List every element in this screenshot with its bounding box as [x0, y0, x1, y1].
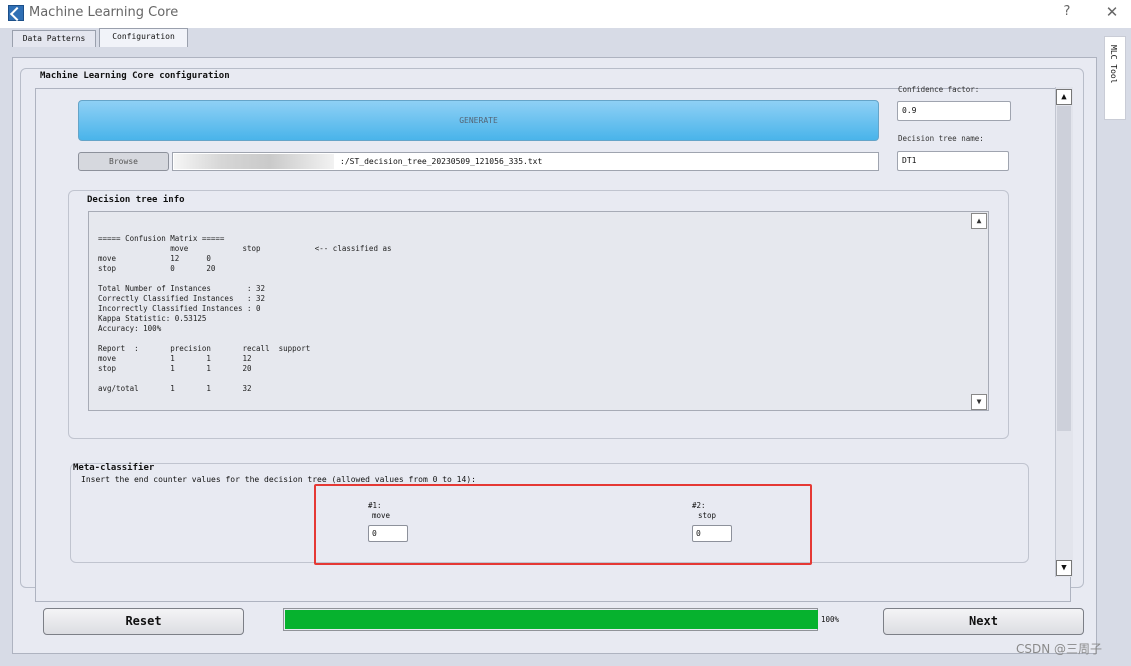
decision-tree-info-title: Decision tree info	[87, 195, 185, 205]
scroll-up-arrow-icon[interactable]: ▲	[1056, 89, 1072, 105]
tab-configuration[interactable]: Configuration	[99, 28, 188, 47]
meta-classifier-title: Meta-classifier	[73, 463, 155, 473]
meta-classifier-description: Insert the end counter values for the de…	[81, 475, 476, 484]
decision-tree-name-field[interactable]: DT1	[897, 151, 1009, 171]
progress-bar	[283, 608, 818, 631]
browse-button[interactable]: Browse	[78, 152, 169, 171]
app-icon	[8, 5, 24, 21]
close-button[interactable]: ✕	[1103, 3, 1121, 21]
window-title: Machine Learning Core	[29, 5, 179, 20]
tab-data-patterns[interactable]: Data Patterns	[12, 30, 96, 47]
progress-fill	[285, 610, 818, 629]
confidence-factor-label: Confidence factor:	[898, 85, 980, 94]
progress-label: 100%	[821, 615, 840, 624]
main-window: Data Patterns Configuration MLC Tool Mac…	[0, 28, 1131, 666]
side-tab-mlc-tool[interactable]: MLC Tool	[1104, 36, 1126, 120]
decision-tree-info-text: ===== Confusion Matrix ===== move stop <…	[98, 234, 392, 393]
reset-button[interactable]: Reset	[43, 608, 244, 635]
confidence-factor-field[interactable]: 0.9	[897, 101, 1011, 121]
decision-tree-name-label: Decision tree name:	[898, 134, 984, 143]
generate-button[interactable]: GENERATE	[78, 100, 879, 141]
info-scroll-up-icon[interactable]: ▲	[971, 213, 987, 229]
side-tab-label: MLC Tool	[1109, 45, 1118, 84]
scroll-down-arrow-icon[interactable]: ▼	[1056, 560, 1072, 576]
info-scroll-down-icon[interactable]: ▼	[971, 394, 987, 410]
scrollbar-thumb[interactable]	[1057, 106, 1071, 431]
redacted-path-region	[174, 154, 334, 169]
next-button[interactable]: Next	[883, 608, 1084, 635]
title-bar: Machine Learning Core ? ✕	[0, 0, 1131, 28]
help-button[interactable]: ?	[1060, 4, 1074, 19]
highlight-box	[314, 484, 812, 565]
watermark: CSDN @三周子	[1016, 642, 1103, 656]
config-title: Machine Learning Core configuration	[40, 71, 230, 81]
